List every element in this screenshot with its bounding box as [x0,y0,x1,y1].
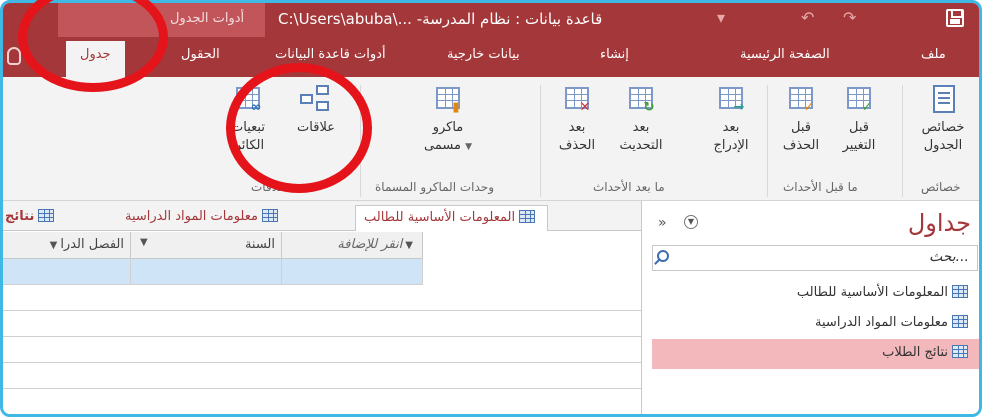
table-icon [38,209,55,222]
properties-group-label: خصائص [921,180,961,194]
tab-fields[interactable]: الحقول [181,47,220,62]
before-change-icon: ✓ [843,85,875,115]
context-tab-label: أدوات الجدول [170,11,245,26]
after-insert-button[interactable]: → بعد الإدراج [703,85,759,155]
before-change-label-2: التغيير [842,138,876,153]
nav-item-label: المعلومات الأساسية للطالب [796,285,948,300]
navigation-pane: » ▼ جداول بحث... المعلومات الأساسية للطا… [641,201,979,414]
doc-tab-label: معلومات المواد الدراسية [125,209,258,224]
table-icon [952,345,968,358]
before-change-button[interactable]: ✓ قبل التغيير [831,85,887,155]
before-delete-icon: ✓ [785,85,817,115]
grid-cell[interactable] [131,259,282,285]
doc-tab-student-basic-info[interactable]: المعلومات الأساسية للطالب [355,205,549,231]
table-row [3,285,641,311]
search-icon[interactable] [657,250,669,262]
shutter-bar-collapse-icon[interactable]: » [658,215,667,231]
ribbon: خصائص الجدول خصائص ✓ قبل التغيير ✓ قبل ا… [3,77,979,201]
named-macro-label-2: مسمى [424,138,461,153]
nav-item-student-basic-info[interactable]: المعلومات الأساسية للطالب [652,279,979,309]
after-insert-label-2: الإدراج [713,138,749,153]
table-row [3,337,641,363]
doc-tab-label: نتائج [5,209,35,224]
doc-tab-course-info[interactable]: معلومات المواد الدراسية [117,205,290,231]
search-input[interactable]: بحث... [929,249,969,265]
doc-tab-label: المعلومات الأساسية للطالب [364,210,516,225]
nav-item-student-results[interactable]: نتائج الطلاب [652,339,979,369]
dropdown-arrow-icon: ▼ [465,142,472,152]
tab-file[interactable]: ملف [921,47,946,62]
annotation-circle [226,63,372,193]
tab-create[interactable]: إنشاء [600,47,629,62]
after-delete-label-1: بعد [568,120,586,135]
group-separator [540,85,541,197]
properties-icon [927,85,959,115]
tab-external-data[interactable]: بيانات خارجية [447,47,520,62]
doc-tab-results[interactable]: نتائج [3,205,66,231]
grid-cell[interactable] [282,259,423,285]
chevron-down-icon[interactable]: ▼ [684,215,698,229]
nav-item-course-info[interactable]: معلومات المواد الدراسية [652,309,979,339]
column-header-label: السنة [244,237,275,252]
before-delete-label-1: قبل [791,120,811,135]
table-row [3,363,641,389]
column-header-year[interactable]: ▼ السنة [131,232,282,259]
before-change-label-1: قبل [849,120,869,135]
after-insert-label-1: بعد [722,120,740,135]
before-delete-button[interactable]: ✓ قبل الحذف [773,85,829,155]
nav-item-label: نتائج الطلاب [882,345,948,360]
table-properties-label-1: خصائص [921,120,965,135]
before-delete-label-2: الحذف [782,138,820,153]
table-properties-label-2: الجدول [923,138,963,153]
table-row [3,311,641,337]
after-insert-icon: → [715,85,747,115]
table-icon [952,285,968,298]
column-header-label: انقر للإضافة [337,237,403,252]
column-header-label: الفصل الدرا [60,237,124,252]
named-macros-group-label: وحدات الماكرو المسماة [375,180,494,194]
dropdown-arrow-icon: ▼ [49,240,58,251]
after-delete-icon: ✕ [561,85,593,115]
datasheet: انقر للإضافة ▼ ▼ السنة ▼ الفصل الدرا [3,232,641,414]
tell-me-lightbulb-icon[interactable] [7,47,21,65]
column-header-click-to-add[interactable]: انقر للإضافة ▼ [282,232,423,259]
save-icon[interactable] [946,9,964,27]
table-icon [261,209,278,222]
after-update-label-2: التحديث [619,138,663,153]
tab-database-tools[interactable]: أدوات قاعدة البيانات [275,47,386,62]
customize-quick-access-icon[interactable]: ▾ [717,8,725,27]
table-icon [952,315,968,328]
group-separator [767,85,768,197]
dropdown-arrow-icon: ▼ [140,237,148,248]
dropdown-arrow-icon: ▼ [405,240,413,251]
group-separator [902,85,903,197]
undo-icon[interactable]: ↶ [801,8,814,27]
search-box[interactable]: بحث... [652,245,978,271]
nav-item-label: معلومات المواد الدراسية [815,315,948,330]
grid-cell[interactable] [3,259,131,285]
after-delete-label-2: الحذف [558,138,596,153]
after-events-group-label: ما بعد الأحداث [593,180,665,194]
named-macro-label-1: ماكرو [432,120,464,135]
table-icon [519,210,536,223]
tab-home[interactable]: الصفحة الرئيسية [740,47,830,62]
after-delete-button[interactable]: ✕ بعد الحذف [549,85,605,155]
after-update-button[interactable]: ↻ بعد التحديث [613,85,669,155]
table-properties-button[interactable]: خصائص الجدول [908,85,978,155]
before-events-group-label: ما قبل الأحداث [783,180,858,194]
window-title: C:\Users\abuba\... -قاعدة بيانات : نظام … [278,10,603,28]
redo-icon[interactable]: ↷ [843,8,856,27]
column-header-semester[interactable]: ▼ الفصل الدرا [3,232,131,259]
document-tab-bar: المعلومات الأساسية للطالب معلومات المواد… [3,201,641,231]
named-macro-button[interactable]: ▮ ماكرو مسمى ▼ [408,85,488,156]
after-update-label-1: بعد [632,120,650,135]
nav-pane-title: جداول [907,209,971,237]
table-row [3,389,641,414]
named-macro-icon: ▮ [432,85,464,115]
after-update-icon: ↻ [625,85,657,115]
